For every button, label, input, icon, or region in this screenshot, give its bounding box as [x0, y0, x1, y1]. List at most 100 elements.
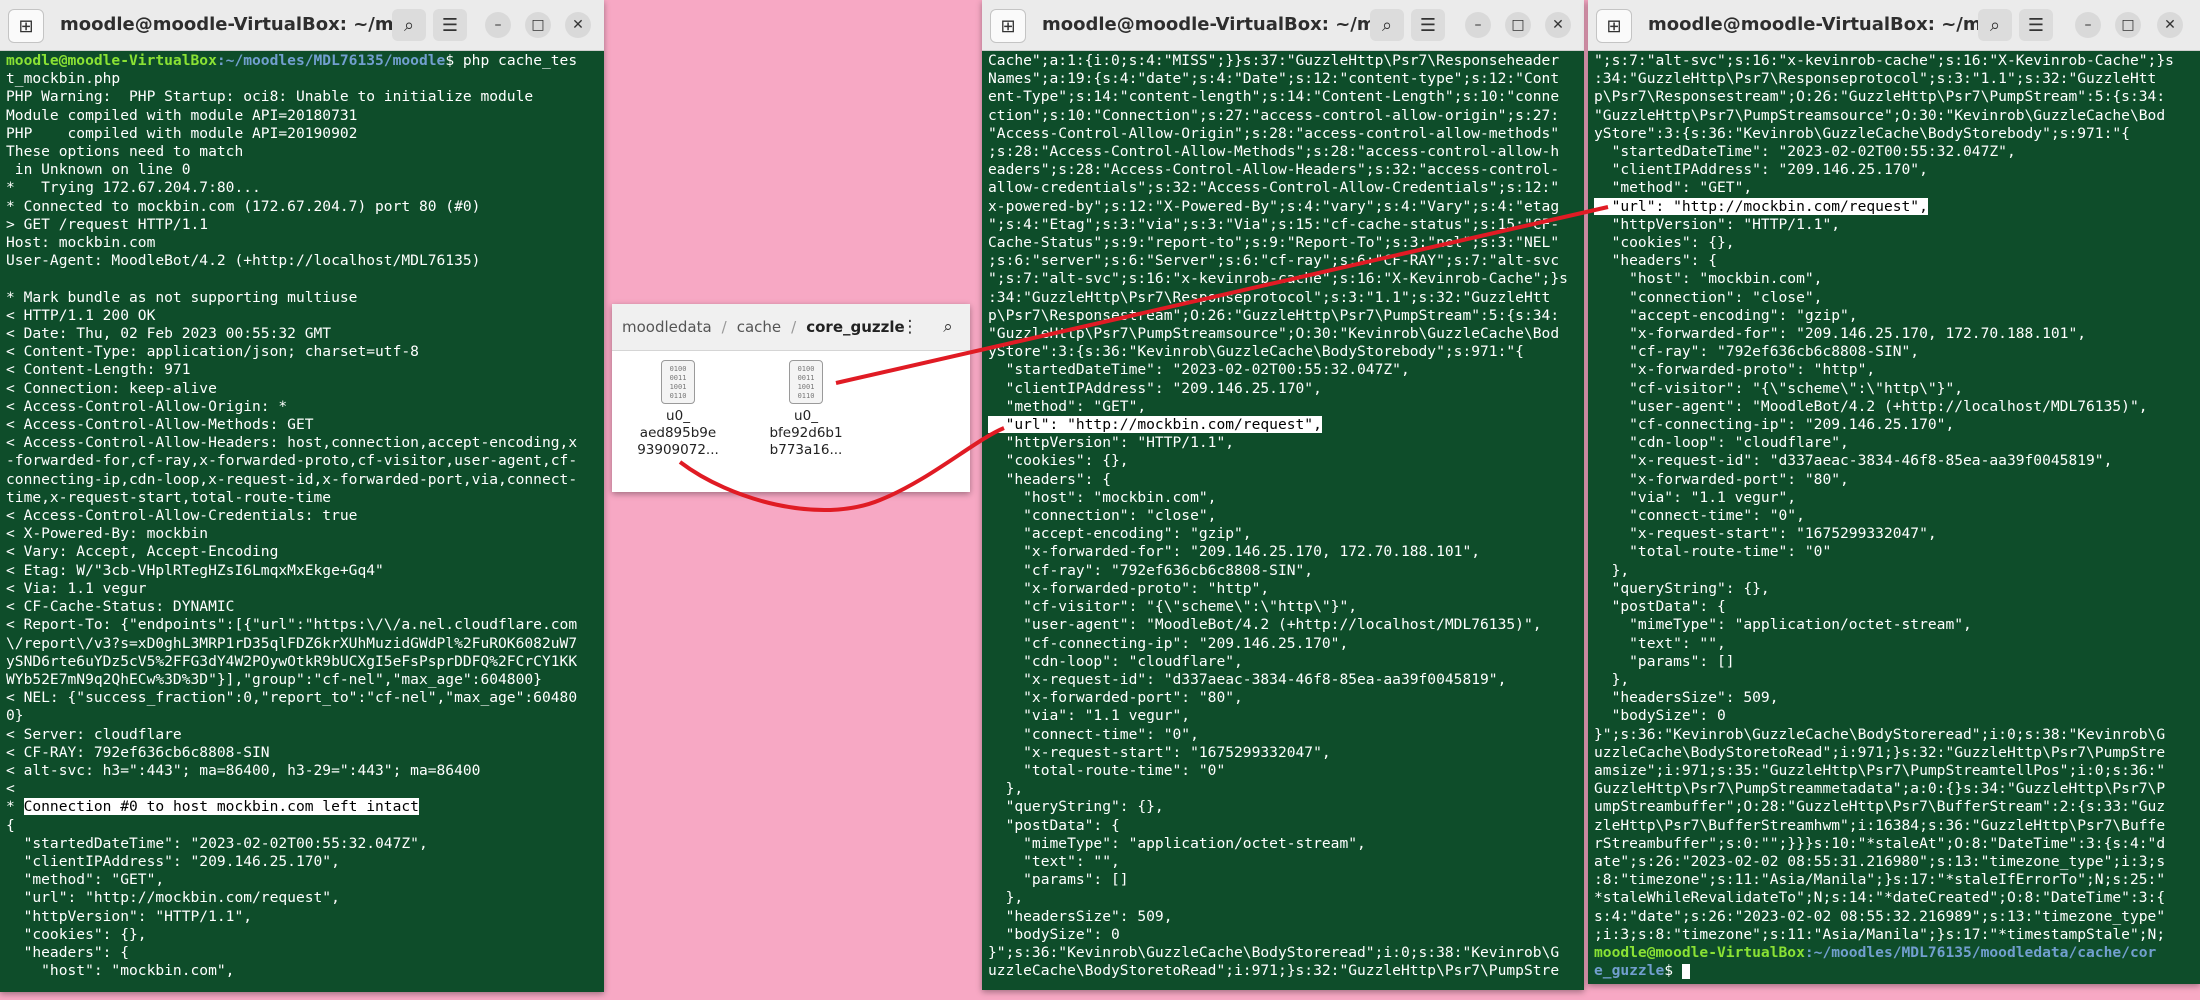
window-title: moodle@moodle-VirtualBox: ~/moodles/...: [1648, 14, 2000, 35]
json-line: ;i:3;s:8:"timezone";s:11:"Asia/Manila";}…: [1594, 925, 2166, 943]
terminal-output[interactable]: Cache";a:1:{i:0;s:4:"MISS";}}s:37:"Guzzl…: [982, 51, 1584, 990]
breadcrumb-moodledata[interactable]: moodledata: [622, 318, 712, 336]
output-line: PHP Warning: PHP Startup: oci8: Unable t…: [6, 88, 534, 106]
search-icon[interactable]: ⌕: [1978, 9, 2012, 41]
json-output: "httpVersion": "HTTP/1.1", "cookies": {}…: [988, 434, 1578, 980]
title-bar[interactable]: ⊞ moodle@moodle-VirtualBox: ~/moodles/..…: [1588, 0, 2200, 51]
json-line: },: [1594, 561, 1630, 579]
minimize-icon[interactable]: –: [1465, 12, 1491, 38]
json-line: "x-forwarded-port": "80",: [988, 689, 1243, 707]
maximize-icon[interactable]: □: [525, 12, 551, 38]
maximize-icon[interactable]: □: [2115, 12, 2141, 38]
close-icon[interactable]: ✕: [565, 12, 591, 38]
text-cursor: [1681, 963, 1690, 979]
output-line: "method": "GET",: [988, 397, 1147, 415]
prompt-dollar: $: [1664, 962, 1682, 980]
output-line: :34:"GuzzleHttp\Psr7\Responseprotocol";s…: [988, 288, 1551, 306]
close-icon[interactable]: ✕: [2157, 12, 2183, 38]
file-name-line: u0_: [666, 408, 690, 424]
output-line: < CF-Cache-Status: DYNAMIC: [6, 598, 235, 616]
terminal-output[interactable]: ";s:7:"alt-svc";s:16:"x-kevinrob-cache";…: [1588, 51, 2200, 984]
breadcrumb-separator: /: [721, 318, 727, 336]
json-line: "via": "1.1 vegur",: [988, 707, 1191, 725]
output-line: eaders";s:28:"Access-Control-Allow-Heade…: [988, 161, 1560, 179]
highlighted-url: "url": "http://mockbin.com/request",: [988, 416, 1322, 434]
json-line: ate";s:26:"2023-02-02 08:55:31.216980";s…: [1594, 852, 2166, 870]
minimize-icon[interactable]: –: [485, 12, 511, 38]
json-line: "connection": "close",: [1594, 288, 1823, 306]
json-line: "x-forwarded-port": "80",: [1594, 470, 1849, 488]
highlighted-url: "url": "http://mockbin.com/request",: [1594, 197, 1928, 215]
output-line: < alt-svc: h3=":443"; ma=86400, h3-29=":…: [6, 761, 481, 779]
output-line: "method": "GET",: [1594, 179, 1753, 197]
hamburger-menu-icon[interactable]: ☰: [433, 9, 467, 41]
path-bar[interactable]: moodledata / cache / core_guzzle ⋮ ⌕: [612, 304, 970, 351]
output-line: "startedDateTime": "2023-02-02T00:55:32.…: [988, 361, 1410, 379]
breadcrumb-core-guzzle[interactable]: core_guzzle: [806, 318, 904, 336]
json-line: "queryString": {},: [988, 798, 1164, 816]
json-line: "postData": {: [988, 816, 1120, 834]
json-line: "cf-ray": "792ef636cb6c8808-SIN",: [1594, 343, 1920, 361]
hamburger-menu-icon[interactable]: ☰: [2019, 9, 2053, 41]
file-item[interactable]: 0100 0011 1001 0110 u0_ aed895b9e 939090…: [628, 360, 728, 459]
search-icon[interactable]: ⌕: [392, 9, 426, 41]
output-line: < Via: 1.1 vegur: [6, 579, 147, 597]
json-line: "clientIPAddress": "209.146.25.170",: [6, 852, 340, 870]
output-line: ";s:7:"alt-svc";s:16:"x-kevinrob-cache";…: [988, 270, 1568, 288]
maximize-icon[interactable]: □: [1505, 12, 1531, 38]
kebab-menu-icon[interactable]: ⋮: [894, 311, 926, 343]
search-icon[interactable]: ⌕: [932, 311, 964, 343]
output-line: :34:"GuzzleHttp\Psr7\Responseprotocol";s…: [1594, 70, 2157, 88]
file-manager-window[interactable]: moodledata / cache / core_guzzle ⋮ ⌕ 0100 00…: [612, 304, 970, 492]
json-line: "httpVersion": "HTTP/1.1",: [6, 907, 253, 925]
json-line: "host": "mockbin.com",: [1594, 270, 1823, 288]
highlighted-text: Connection #0 to host mockbin.com left i…: [23, 798, 419, 816]
breadcrumb-cache[interactable]: cache: [737, 318, 781, 336]
json-line: "cookies": {},: [1594, 234, 1735, 252]
new-tab-icon[interactable]: ⊞: [8, 9, 44, 43]
file-name-line: bfe92d6b1: [769, 425, 843, 441]
json-line: "user-agent": "MoodleBot/4.2 (+http://lo…: [988, 616, 1542, 634]
json-line: "connect-time": "0",: [988, 725, 1199, 743]
json-line: "cf-connecting-ip": "209.146.25.170",: [1594, 416, 1955, 434]
json-output: "httpVersion": "HTTP/1.1", "cookies": {}…: [1594, 216, 2194, 944]
terminal-output[interactable]: moodle@moodle-VirtualBox:~/moodles/MDL76…: [0, 51, 604, 992]
json-line: "x-request-start": "1675299332047",: [988, 743, 1331, 761]
json-line: "cf-visitor": "{\"scheme\":\"http\"}",: [988, 598, 1358, 616]
title-bar[interactable]: ⊞ moodle@moodle-VirtualBox: ~/moodles/..…: [0, 0, 604, 51]
breadcrumb[interactable]: moodledata / cache / core_guzzle: [622, 304, 905, 350]
new-tab-icon[interactable]: ⊞: [990, 9, 1026, 43]
json-line: "text": "",: [1594, 634, 1726, 652]
close-icon[interactable]: ✕: [1545, 12, 1571, 38]
json-line: "params": []: [1594, 652, 1735, 670]
terminal-window-right[interactable]: ⊞ moodle@moodle-VirtualBox: ~/moodles/..…: [1588, 0, 2200, 984]
output-line: ;s:28:"Access-Control-Allow-Methods";s:2…: [988, 143, 1560, 161]
url-line: "url": "http://mockbin.com/request",: [988, 416, 1578, 434]
new-tab-icon[interactable]: ⊞: [1596, 9, 1632, 43]
output-line: > GET /request HTTP/1.1: [6, 215, 209, 233]
terminal-window-middle[interactable]: ⊞ moodle@moodle-VirtualBox: ~/moodles/..…: [982, 0, 1584, 990]
terminal-window-left[interactable]: ⊞ moodle@moodle-VirtualBox: ~/moodles/..…: [0, 0, 604, 992]
json-line: "accept-encoding": "gzip",: [1594, 306, 1858, 324]
json-line: GuzzleHttp\Psr7\PumpStreammetadata";a:0:…: [1594, 780, 2166, 798]
hamburger-menu-icon[interactable]: ☰: [1411, 9, 1445, 41]
output-line: ction";s:10:"Connection";s:27:"access-co…: [988, 106, 1560, 124]
json-line: "method": "GET",: [6, 871, 165, 889]
file-item[interactable]: 0100 0011 1001 0110 u0_ bfe92d6b1 b773a1…: [756, 360, 856, 459]
json-line: "bodySize": 0: [988, 925, 1120, 943]
output-line: x-powered-by";s:12:"X-Powered-By";s:4:"v…: [988, 197, 1560, 215]
output-line: < Content-Length: 971: [6, 361, 191, 379]
output-line: < CF-RAY: 792ef636cb6c8808-SIN: [6, 743, 270, 761]
json-line: "accept-encoding": "gzip",: [988, 525, 1252, 543]
minimize-icon[interactable]: –: [2075, 12, 2101, 38]
output-line: Module compiled with module API=20180731: [6, 106, 358, 124]
title-bar[interactable]: ⊞ moodle@moodle-VirtualBox: ~/moodles/..…: [982, 0, 1584, 51]
search-icon[interactable]: ⌕: [1370, 9, 1404, 41]
serialized-output: Cache";a:1:{i:0;s:4:"MISS";}}s:37:"Guzzl…: [988, 52, 1578, 416]
json-line: "headersSize": 509,: [1594, 689, 1779, 707]
output-line: < Date: Thu, 02 Feb 2023 00:55:32 GMT: [6, 325, 332, 343]
json-line: amsize";i:971;s:35:"GuzzleHttp\Psr7\Pump…: [1594, 761, 2166, 779]
output-line: < Vary: Accept, Accept-Encoding: [6, 543, 279, 561]
json-line: "cf-visitor": "{\"scheme\":\"http\"}",: [1594, 379, 1964, 397]
output-line: < Access-Control-Allow-Origin: *: [6, 397, 288, 415]
